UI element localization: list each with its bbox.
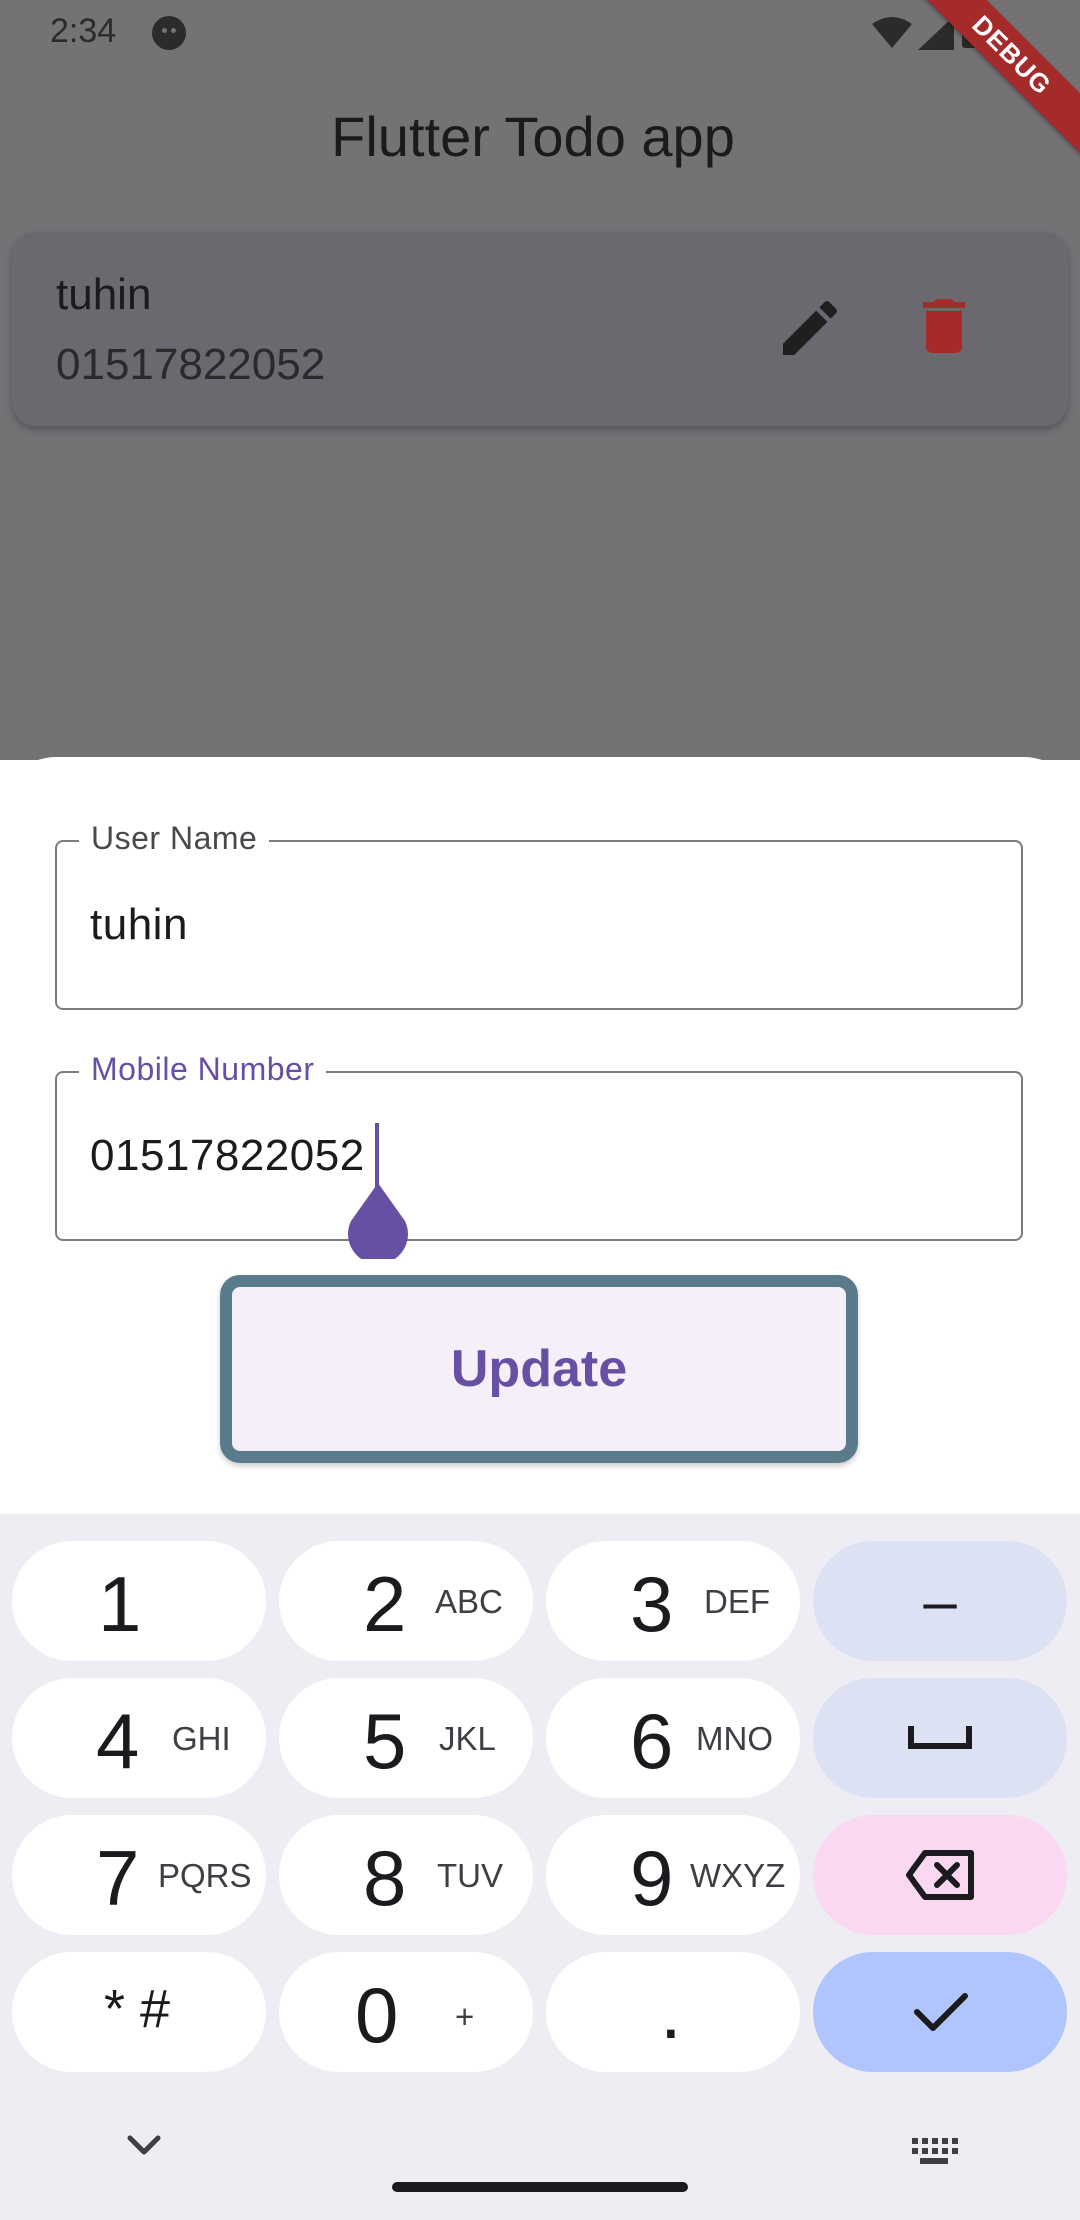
key-done[interactable] [813, 1952, 1067, 2072]
edit-icon[interactable] [774, 292, 846, 364]
mobile-number-label: Mobile Number [79, 1051, 327, 1088]
space-icon [908, 1726, 972, 1749]
key-dot[interactable]: . [546, 1952, 800, 2072]
app-title: Flutter Todo app [331, 105, 735, 168]
mobile-number-value: 01517822052 [90, 1131, 365, 1180]
username-label: User Name [79, 820, 270, 857]
key-4[interactable]: 4 GHI [12, 1678, 266, 1798]
wifi-icon [872, 17, 912, 48]
key-letters: GHI [172, 1720, 231, 1757]
delete-icon[interactable] [908, 290, 980, 362]
key-7[interactable]: 7 PQRS [12, 1815, 266, 1935]
update-button-label: Update [450, 1340, 628, 1398]
key-letters: + [455, 1998, 475, 2035]
key-5[interactable]: 5 JKL [279, 1678, 533, 1798]
key-0[interactable]: 0 + [279, 1952, 533, 2072]
notification-icon [152, 16, 186, 50]
key-number: 9 [630, 1834, 674, 1922]
key-letters: DEF [704, 1583, 770, 1620]
key-letters: MNO [696, 1720, 773, 1757]
key-minus[interactable]: – [813, 1541, 1067, 1661]
key-1[interactable]: 1 [12, 1541, 266, 1661]
todo-name: tuhin [56, 270, 152, 319]
key-letters: TUV [437, 1857, 503, 1894]
key-backspace[interactable] [813, 1815, 1067, 1935]
key-letters: ABC [435, 1583, 503, 1620]
checkmark-icon [914, 1993, 968, 2031]
key-number: 2 [363, 1560, 407, 1648]
key-letters: WXYZ [690, 1857, 786, 1894]
key-number: * # [104, 1979, 171, 2039]
key-number: . [660, 1967, 682, 2055]
key-2[interactable]: 2 ABC [279, 1541, 533, 1661]
username-field[interactable]: User Name tuhin [55, 820, 1023, 1010]
cursor-handle-icon[interactable] [347, 1183, 409, 1259]
todo-phone: 01517822052 [56, 340, 326, 389]
home-indicator[interactable] [392, 2182, 688, 2192]
key-letters: PQRS [158, 1857, 252, 1894]
status-time: 2:34 [50, 12, 117, 50]
key-star-hash[interactable]: * # [12, 1952, 266, 2072]
keyboard-icon[interactable] [910, 2136, 958, 2166]
mobile-number-field[interactable]: Mobile Number 01517822052 [55, 1051, 1023, 1259]
key-3[interactable]: 3 DEF [546, 1541, 800, 1661]
key-number: 3 [630, 1560, 674, 1648]
todo-card[interactable]: tuhin 01517822052 [12, 232, 1068, 426]
key-9[interactable]: 9 WXYZ [546, 1815, 800, 1935]
status-bar: 2:34 [0, 0, 1080, 66]
key-number: 0 [355, 1971, 399, 2059]
key-letters: JKL [439, 1720, 496, 1757]
username-value: tuhin [90, 900, 188, 949]
minus-glyph: – [923, 1567, 957, 1635]
key-space[interactable] [813, 1678, 1067, 1798]
key-8[interactable]: 8 TUV [279, 1815, 533, 1935]
backspace-icon [906, 1850, 974, 1900]
update-button[interactable]: Update [220, 1275, 858, 1463]
key-6[interactable]: 6 MNO [546, 1678, 800, 1798]
key-number: 8 [363, 1834, 407, 1922]
key-number: 7 [96, 1834, 140, 1922]
text-cursor [375, 1123, 379, 1187]
key-number: 1 [98, 1560, 142, 1648]
key-number: 4 [96, 1697, 140, 1785]
key-number: 6 [630, 1697, 674, 1785]
chevron-down-icon[interactable] [124, 2134, 164, 2158]
key-number: 5 [363, 1697, 407, 1785]
